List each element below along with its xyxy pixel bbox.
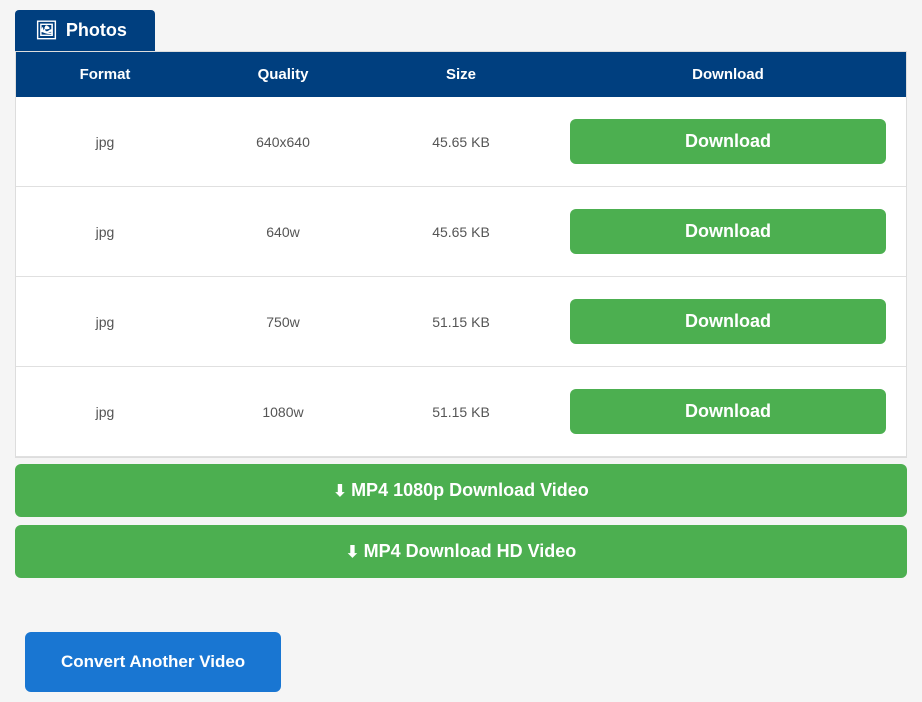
- quality-cell: 1080w: [194, 390, 372, 434]
- table-header-row: Format Quality Size Download: [16, 52, 906, 97]
- size-cell: 51.15 KB: [372, 300, 550, 344]
- download-cell: Download: [550, 97, 906, 186]
- download-button[interactable]: Download: [570, 389, 886, 434]
- download-button[interactable]: Download: [570, 299, 886, 344]
- tab-bar: 🖼 Photos: [15, 10, 907, 51]
- size-cell: 51.15 KB: [372, 390, 550, 434]
- tab-label: Photos: [66, 20, 127, 41]
- quality-cell: 750w: [194, 300, 372, 344]
- size-cell: 45.65 KB: [372, 120, 550, 164]
- header-format: Format: [16, 52, 194, 97]
- convert-another-video-button[interactable]: Convert Another Video: [25, 632, 281, 692]
- tab-photos[interactable]: 🖼 Photos: [15, 10, 155, 51]
- page-container: 🖼 Photos Format Quality Size Download jp…: [15, 10, 907, 692]
- convert-section: Convert Another Video: [15, 632, 907, 692]
- table-row: jpg 750w 51.15 KB Download: [16, 277, 906, 367]
- download-icon: [346, 541, 364, 561]
- header-quality: Quality: [194, 52, 372, 97]
- header-download: Download: [550, 52, 906, 97]
- download-cell: Download: [550, 367, 906, 456]
- results-table: Format Quality Size Download jpg 640x640…: [15, 51, 907, 458]
- download-icon: [333, 480, 351, 500]
- table-row: jpg 1080w 51.15 KB Download: [16, 367, 906, 457]
- header-size: Size: [372, 52, 550, 97]
- quality-cell: 640w: [194, 210, 372, 254]
- mp4-1080p-download-button[interactable]: MP4 1080p Download Video: [15, 464, 907, 517]
- quality-cell: 640x640: [194, 120, 372, 164]
- format-cell: jpg: [16, 120, 194, 164]
- mp4-hd-download-button[interactable]: MP4 Download HD Video: [15, 525, 907, 578]
- download-button[interactable]: Download: [570, 119, 886, 164]
- table-row: jpg 640w 45.65 KB Download: [16, 187, 906, 277]
- download-button[interactable]: Download: [570, 209, 886, 254]
- photos-icon: 🖼: [35, 20, 58, 41]
- table-row: jpg 640x640 45.65 KB Download: [16, 97, 906, 187]
- format-cell: jpg: [16, 390, 194, 434]
- size-cell: 45.65 KB: [372, 210, 550, 254]
- format-cell: jpg: [16, 210, 194, 254]
- video-buttons-section: MP4 1080p Download Video MP4 Download HD…: [15, 458, 907, 592]
- format-cell: jpg: [16, 300, 194, 344]
- download-cell: Download: [550, 187, 906, 276]
- download-cell: Download: [550, 277, 906, 366]
